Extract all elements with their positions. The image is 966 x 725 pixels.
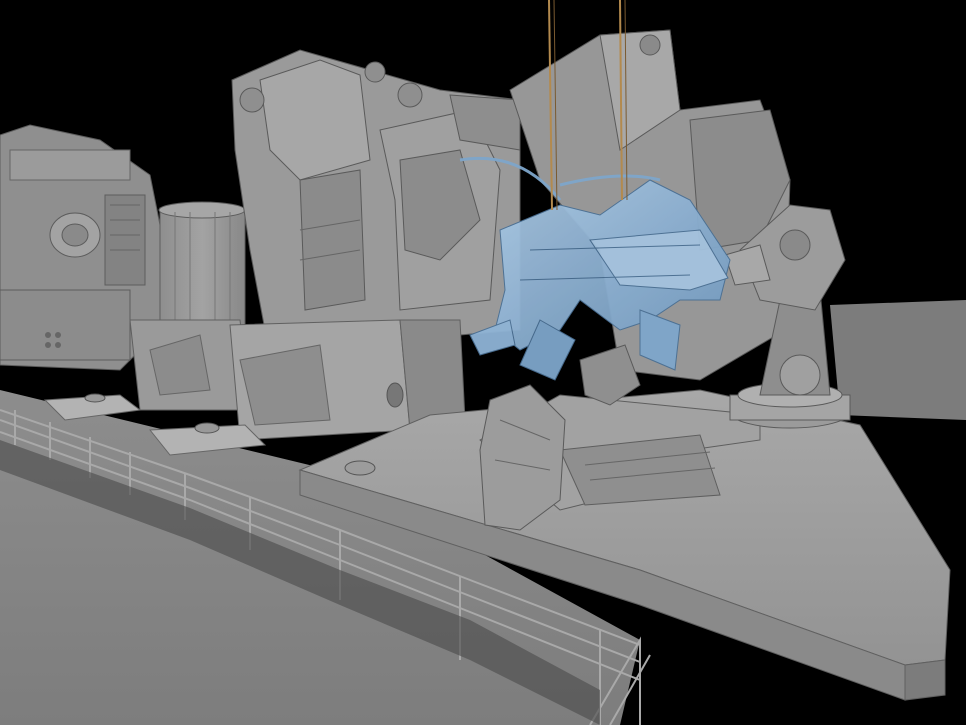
cylinder-unit [158,201,246,327]
scene-render [0,0,966,725]
3d-viewport[interactable] [0,0,966,725]
